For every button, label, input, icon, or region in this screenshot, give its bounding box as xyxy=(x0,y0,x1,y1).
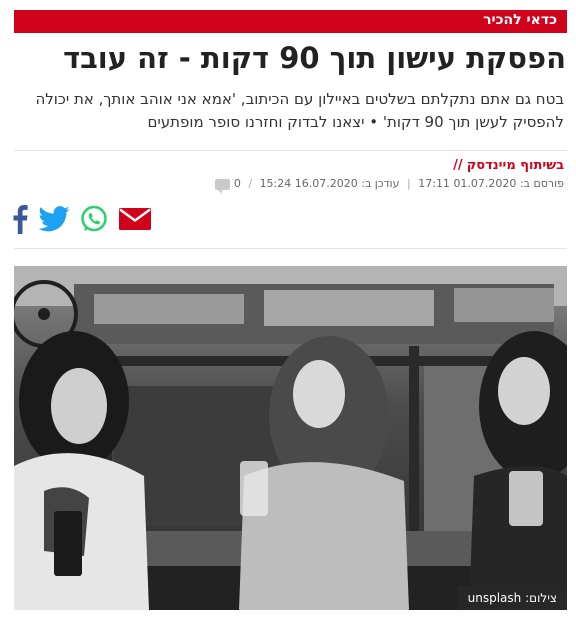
article-headline: הפסקת עישון תוך 90 דקות - זה עובד xyxy=(63,41,566,75)
share-bar xyxy=(12,204,162,238)
updated-label: עודכן ב: xyxy=(361,177,400,190)
photo-caption: צילום: unsplash xyxy=(457,586,567,610)
meta-separator: / xyxy=(248,177,253,190)
meta-separator: | xyxy=(407,177,411,190)
section-banner-label[interactable]: כדאי להכיר xyxy=(483,12,557,28)
updated-date: 16.07.2020 15:24 xyxy=(259,177,358,190)
byline-slashes: // xyxy=(453,158,463,173)
byline-author[interactable]: בשיתוף מיינדסק xyxy=(467,158,564,173)
divider xyxy=(14,150,567,151)
article-subtitle: בטח גם אתם נתקלתם בשלטים באיילון עם הכית… xyxy=(35,90,564,131)
byline: בשיתוף מיינדסק // xyxy=(453,158,564,173)
email-icon[interactable] xyxy=(118,207,152,235)
caption-label: צילום: xyxy=(525,591,557,605)
photo-illustration xyxy=(14,266,567,610)
article-meta: פורסם ב: 01.07.2020 17:11 | עודכן ב: 16.… xyxy=(211,177,564,194)
twitter-icon[interactable] xyxy=(38,206,70,236)
comment-count[interactable]: 0 xyxy=(234,177,241,190)
caption-credit: unsplash xyxy=(467,591,522,605)
article-photo: צילום: unsplash xyxy=(14,266,567,610)
published-date: 01.07.2020 17:11 xyxy=(418,177,517,190)
divider xyxy=(14,248,567,249)
whatsapp-icon[interactable] xyxy=(80,205,108,237)
section-banner[interactable]: כדאי להכיר xyxy=(14,10,567,33)
published-label: פורסם ב: xyxy=(519,177,564,190)
facebook-icon[interactable] xyxy=(12,204,28,238)
comment-icon[interactable] xyxy=(215,178,231,194)
